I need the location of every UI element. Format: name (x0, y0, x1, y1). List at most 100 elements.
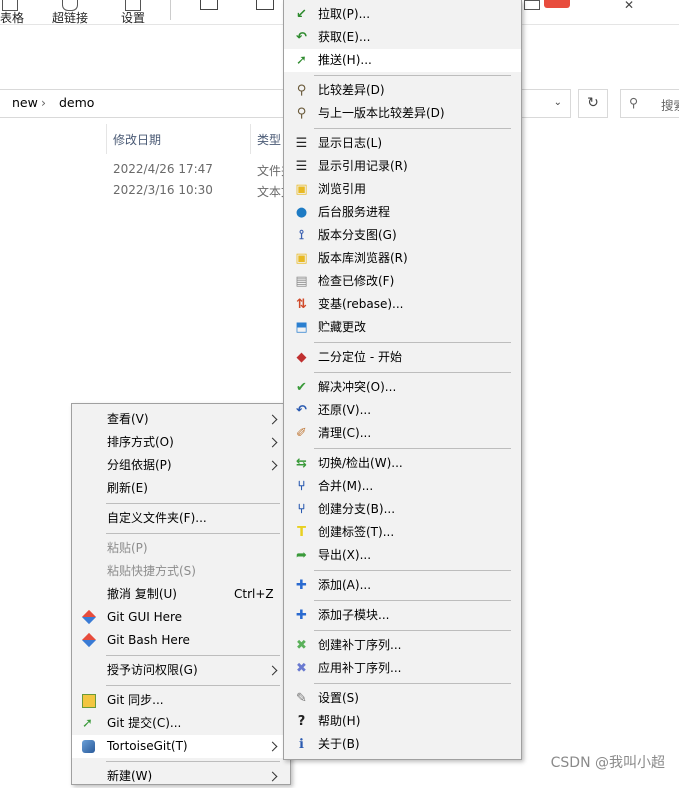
diff-prev-magnifier-icon: ⚲ (296, 106, 307, 121)
reflog-icon: ☰ (295, 159, 308, 174)
tortoisegit-item-贮藏更改[interactable]: ⬒ 贮藏更改 (284, 316, 521, 339)
menu-item-label: Git 提交(C)... (107, 716, 182, 730)
tortoisegit-item-应用补丁序列[interactable]: ✖ 应用补丁序列... (284, 657, 521, 680)
context-menu-item-粘贴[interactable]: 粘贴(P) (72, 537, 290, 560)
menu-item-label: 撤消 复制(U) (107, 587, 177, 601)
menu-item-label: 粘贴快捷方式(S) (107, 564, 196, 578)
browse-refs-icon: ▣ (295, 182, 308, 197)
revert-icon: ↶ (296, 403, 307, 418)
tortoisegit-item-推送[interactable]: ➚ 推送(H)... (284, 49, 521, 72)
tortoisegit-item-检查已修改[interactable]: ▤ 检查已修改(F) (284, 270, 521, 293)
tortoisegit-item-浏览引用[interactable]: ▣ 浏览引用 (284, 178, 521, 201)
tortoisegit-item-切换-检出[interactable]: ⇆ 切换/检出(W)... (284, 452, 521, 475)
tortoisegit-item-添加[interactable]: ✚ 添加(A)... (284, 574, 521, 597)
tortoisegit-item-比较差异[interactable]: ⚲ 比较差异(D) (284, 79, 521, 102)
column-separator[interactable] (250, 124, 251, 154)
address-dropdown-icon[interactable]: ⌄ (554, 97, 562, 108)
context-menu-item-粘贴快捷方式[interactable]: 粘贴快捷方式(S) (72, 560, 290, 583)
context-menu-item-排序方式[interactable]: 排序方式(O) (72, 431, 290, 454)
menu-item-label: 显示引用记录(R) (318, 159, 408, 173)
ribbon-item-hyperlink[interactable]: 超链接 (52, 0, 88, 25)
context-menu-item-自定义文件夹[interactable]: 自定义文件夹(F)... (72, 507, 290, 530)
search-box[interactable]: ⚲ 搜索 (620, 89, 679, 118)
merge-icon: ⑂ (297, 479, 306, 494)
apply-patch-icon: ✖ (296, 661, 307, 676)
cleanup-broom-icon: ✐ (296, 426, 307, 441)
tortoisegit-item-解决冲突[interactable]: ✔ 解决冲突(O)... (284, 376, 521, 399)
tortoisegit-item-导出[interactable]: ➦ 导出(X)... (284, 544, 521, 567)
tortoisegit-item-合并[interactable]: ⑂ 合并(M)... (284, 475, 521, 498)
tortoisegit-item-添加子模块[interactable]: ✚ 添加子模块... (284, 604, 521, 627)
menu-item-label: 显示日志(L) (318, 136, 383, 150)
tortoisegit-item-与上一版本比较差异[interactable]: ⚲ 与上一版本比较差异(D) (284, 102, 521, 125)
git-diamond-icon (81, 632, 97, 648)
menu-separator (314, 75, 511, 76)
tortoisegit-item-帮助[interactable]: ? 帮助(H) (284, 710, 521, 733)
pull-icon: ↙ (296, 7, 307, 22)
column-header-type[interactable]: 类型 (257, 131, 281, 148)
notification-badge (544, 0, 570, 8)
context-menu-item-查看[interactable]: 查看(V) (72, 408, 290, 431)
push-icon: ➚ (296, 53, 307, 68)
tortoisegit-item-显示引用记录[interactable]: ☰ 显示引用记录(R) (284, 155, 521, 178)
tortoisegit-item-二分定位-开始[interactable]: ◆ 二分定位 - 开始 (284, 346, 521, 369)
context-menu-item-分组依据[interactable]: 分组依据(P) (72, 454, 290, 477)
rebase-icon: ⇅ (296, 297, 307, 312)
download-icon[interactable] (200, 0, 218, 10)
menu-separator (314, 372, 511, 373)
tortoisegit-item-获取[interactable]: ↶ 获取(E)... (284, 26, 521, 49)
menu-separator (314, 570, 511, 571)
layout-icon[interactable] (524, 0, 540, 10)
menu-separator (314, 600, 511, 601)
tortoisegit-item-变基[interactable]: ⇅ 变基(rebase)... (284, 293, 521, 316)
chevron-right-icon (267, 665, 278, 676)
menu-item-label: 后台服务进程 (318, 205, 391, 219)
breadcrumb-demo[interactable]: demo (59, 95, 94, 110)
context-menu-item-git-gui-here[interactable]: Git GUI Here (72, 606, 290, 629)
ribbon-item-table[interactable]: 表格 (0, 0, 24, 25)
revision-graph-icon: ⟟ (299, 228, 304, 243)
settings-wrench-icon: ✎ (296, 691, 307, 706)
tortoisegit-item-还原[interactable]: ↶ 还原(V)... (284, 399, 521, 422)
menu-item-label: 创建分支(B)... (318, 502, 396, 516)
file-row-1-date: 2022/4/26 17:47 (113, 162, 213, 176)
refresh-button[interactable]: ↻ (578, 89, 608, 118)
resolve-icon: ✔ (296, 380, 307, 395)
tortoisegit-item-设置[interactable]: ✎ 设置(S) (284, 687, 521, 710)
link-icon (62, 0, 78, 11)
menu-item-label: 新建(W) (107, 769, 153, 783)
ribbon-item-setting[interactable]: 设置 (121, 0, 145, 25)
tortoisegit-item-创建分支[interactable]: ⑂ 创建分支(B)... (284, 498, 521, 521)
menu-item-label: TortoiseGit(T) (107, 739, 188, 753)
upload-icon[interactable] (256, 0, 274, 10)
menu-item-label: 清理(C)... (318, 426, 372, 440)
menu-item-label: 应用补丁序列... (318, 661, 402, 675)
tortoisegit-item-创建标签[interactable]: T 创建标签(T)... (284, 521, 521, 544)
context-menu-item-tortoisegit[interactable]: TortoiseGit(T) (72, 735, 290, 758)
column-separator[interactable] (106, 124, 107, 154)
context-menu-item-git-同步[interactable]: Git 同步... (72, 689, 290, 712)
tortoisegit-item-显示日志[interactable]: ☰ 显示日志(L) (284, 132, 521, 155)
context-menu-item-授予访问权限[interactable]: 授予访问权限(G) (72, 659, 290, 682)
tortoisegit-item-清理[interactable]: ✐ 清理(C)... (284, 422, 521, 445)
fetch-icon: ↶ (296, 30, 307, 45)
close-icon[interactable]: ✕ (624, 0, 634, 12)
tortoisegit-item-拉取[interactable]: ↙ 拉取(P)... (284, 3, 521, 26)
about-info-icon: ℹ (299, 737, 304, 752)
file-row-2-date: 2022/3/16 10:30 (113, 183, 213, 197)
context-menu-item-git-bash-here[interactable]: Git Bash Here (72, 629, 290, 652)
tortoisegit-item-创建补丁序列[interactable]: ✖ 创建补丁序列... (284, 634, 521, 657)
context-menu-item-撤消-复制[interactable]: 撤消 复制(U) Ctrl+Z (72, 583, 290, 606)
column-header-modified[interactable]: 修改日期 (113, 131, 161, 148)
refresh-icon: ↻ (587, 95, 599, 111)
breadcrumb-new[interactable]: new (12, 95, 38, 110)
tortoisegit-item-版本库浏览器[interactable]: ▣ 版本库浏览器(R) (284, 247, 521, 270)
search-icon: ⚲ (629, 95, 639, 110)
context-menu-item-刷新[interactable]: 刷新(E) (72, 477, 290, 500)
tortoisegit-item-后台服务进程[interactable]: ● 后台服务进程 (284, 201, 521, 224)
tortoisegit-item-关于[interactable]: ℹ 关于(B) (284, 733, 521, 756)
context-menu-item-新建[interactable]: 新建(W) (72, 765, 290, 788)
menu-item-label: 比较差异(D) (318, 83, 385, 97)
context-menu-item-git-提交[interactable]: ➚ Git 提交(C)... (72, 712, 290, 735)
tortoisegit-item-版本分支图[interactable]: ⟟ 版本分支图(G) (284, 224, 521, 247)
